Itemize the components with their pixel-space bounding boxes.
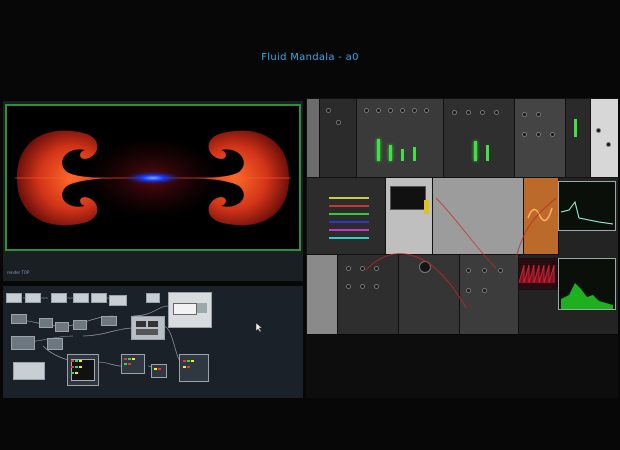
node-network-editor[interactable] [3,286,303,398]
node-op[interactable] [109,295,127,306]
knob[interactable] [466,110,471,115]
knob[interactable] [606,142,611,147]
node-op[interactable] [67,354,99,386]
knob[interactable] [550,132,555,137]
node-op[interactable] [51,293,67,303]
node-op[interactable] [73,293,89,303]
node-op[interactable] [179,354,209,382]
node-op[interactable] [6,293,22,303]
waveform-display [518,258,558,290]
knob[interactable] [480,110,485,115]
fluid-core-blue [123,171,183,185]
node-op[interactable] [11,336,35,350]
knob[interactable] [522,132,527,137]
rack-module[interactable] [319,98,357,178]
node-op[interactable] [39,318,53,328]
window-title: Fluid Mandala - a0 [261,52,359,63]
knob[interactable] [536,132,541,137]
node-op[interactable] [73,320,87,330]
knob[interactable] [482,288,487,293]
knob[interactable] [388,108,393,113]
knob[interactable] [494,110,499,115]
node-op[interactable] [47,338,63,350]
rack-module[interactable] [306,98,320,178]
knob[interactable] [498,268,503,273]
fluid-render-output [5,104,301,251]
spectrum-scope [558,258,616,310]
knob[interactable] [482,268,487,273]
rack-module[interactable] [306,254,338,334]
render-viewer-panel[interactable]: render TOP [3,101,303,281]
node-op[interactable] [25,293,41,303]
knob[interactable] [364,108,369,113]
knob[interactable] [346,266,351,271]
knob[interactable] [452,110,457,115]
knob[interactable] [336,120,341,125]
node-op[interactable] [13,362,45,380]
node-op[interactable] [55,322,69,332]
rack-module[interactable] [306,177,386,255]
rack-module[interactable] [459,254,519,334]
knob[interactable] [346,284,351,289]
knob[interactable] [536,112,541,117]
knob[interactable] [374,266,379,271]
knob[interactable] [326,108,331,113]
knob[interactable] [360,266,365,271]
knob[interactable] [412,108,417,113]
knob[interactable] [374,284,379,289]
node-op[interactable] [131,316,165,340]
knob[interactable] [419,261,431,273]
rack-empty-area [306,335,618,398]
node-op[interactable] [91,293,107,303]
node-op[interactable] [146,293,160,303]
spectrum-scope [558,181,616,231]
modular-synth-rack[interactable] [306,98,618,334]
knob[interactable] [424,108,429,113]
node-op[interactable] [11,314,27,324]
rack-module[interactable] [398,254,460,334]
node-op[interactable] [121,354,145,374]
node-op[interactable] [168,292,212,328]
knob[interactable] [466,268,471,273]
knob[interactable] [596,128,601,133]
knob[interactable] [400,108,405,113]
knob[interactable] [360,284,365,289]
rack-module[interactable] [432,177,524,255]
knob[interactable] [376,108,381,113]
rack-module[interactable] [385,177,433,255]
rack-module[interactable] [523,177,559,255]
rack-module[interactable] [565,98,591,178]
rack-module[interactable] [590,98,618,178]
node-op[interactable] [151,364,167,378]
knob[interactable] [466,288,471,293]
knob[interactable] [522,112,527,117]
mouse-pointer-icon [256,323,263,332]
node-op[interactable] [101,316,117,326]
rack-module[interactable] [514,98,566,178]
render-caption: render TOP [7,270,30,275]
